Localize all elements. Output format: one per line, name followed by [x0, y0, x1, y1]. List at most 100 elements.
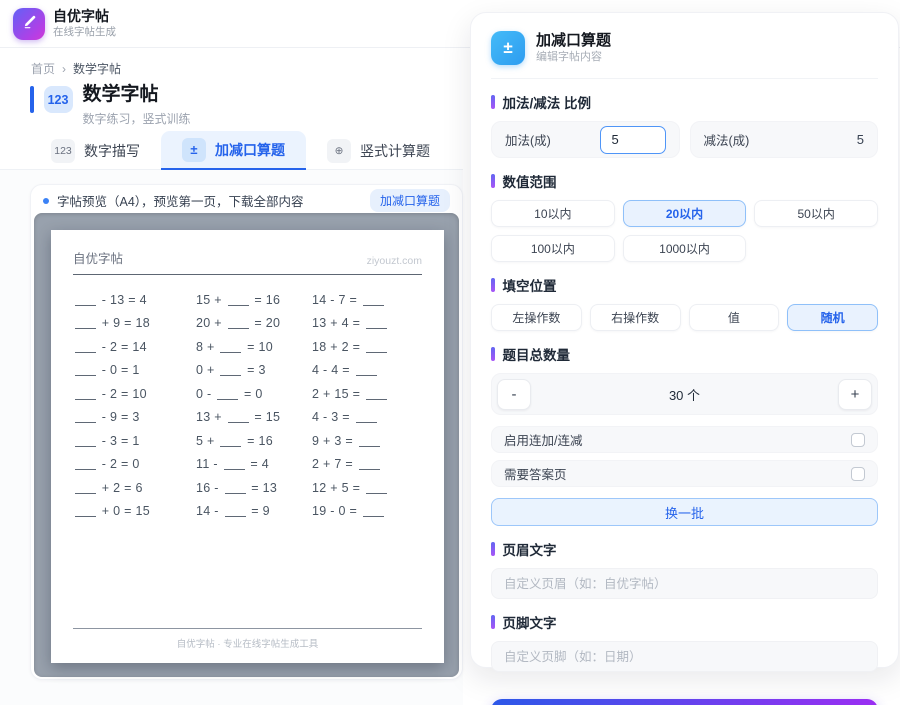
math-problem: + 9 = 18	[73, 312, 196, 336]
chain-operations-checkbox[interactable]	[851, 433, 865, 447]
range-option-1000[interactable]: 1000以内	[623, 235, 747, 262]
page-subtitle: 数字练习，竖式训练	[83, 110, 191, 127]
math-problem: + 0 = 15	[73, 500, 196, 524]
worksheet-page: 自优字帖 ziyouzt.com - 13 = 415 + = 1614 - 7…	[51, 230, 444, 663]
preview-type-badge: 加减口算题	[370, 189, 450, 212]
panel-subtitle: 编辑字帖内容	[536, 50, 611, 64]
app-title: 自优字帖	[53, 7, 116, 25]
app-root: 自优字帖 在线字帖生成 首页 › 数学字帖 123 数学字帖 数字练习，竖式训练…	[0, 0, 900, 705]
range-option-100[interactable]: 100以内	[491, 235, 615, 262]
math-problem: + 2 = 6	[73, 476, 196, 500]
preview-canvas: 自优字帖 ziyouzt.com - 13 = 415 + = 1614 - 7…	[34, 213, 459, 677]
page-title: 数学字帖	[83, 84, 191, 106]
math-problem: 16 - = 13	[196, 476, 312, 500]
range-option-10[interactable]: 10以内	[491, 200, 615, 227]
title-accent-bar	[30, 86, 34, 113]
math-problem: 9 + 3 =	[312, 429, 422, 453]
pencil-icon	[21, 13, 38, 35]
preview-header: 字帖预览（A4），预览第一页，下载全部内容 加减口算题	[34, 188, 459, 213]
circle-plus-icon: ⊕	[327, 139, 351, 163]
worksheet-header: 自优字帖 ziyouzt.com	[73, 248, 422, 275]
increase-button[interactable]: +	[838, 379, 872, 410]
section-number-range: 数值范围	[491, 171, 878, 191]
page-heading: 123 数学字帖 数字练习，竖式训练	[30, 84, 191, 127]
range-option-20[interactable]: 20以内	[623, 200, 747, 227]
math-problem: 20 + = 20	[196, 312, 312, 336]
math-problem: - 2 = 14	[73, 335, 196, 359]
breadcrumb: 首页 › 数学字帖	[31, 60, 121, 77]
question-count-value: 30 个	[531, 385, 838, 404]
plus-minus-icon: ±	[182, 138, 206, 162]
tab-add-subtract-quiz[interactable]: ± 加减口算题	[161, 131, 306, 170]
question-count-stepper: - 30 个 +	[491, 373, 878, 415]
math-problem: 18 + 2 =	[312, 335, 422, 359]
blank-option-right-operand[interactable]: 右操作数	[590, 304, 681, 331]
regenerate-button[interactable]: 换一批	[491, 498, 878, 526]
problems-grid: - 13 = 415 + = 1614 - 7 = + 9 = 1820 + =…	[73, 288, 422, 523]
section-ratio: 加法/减法 比例	[491, 92, 878, 112]
settings-panel: ± 加减口算题 编辑字帖内容 加法/减法 比例 加法(成) 减法(成) 5 数值…	[470, 12, 899, 668]
answer-page-toggle-row: 需要答案页	[491, 460, 878, 487]
math-problem: - 3 = 1	[73, 429, 196, 453]
math-problem: 14 - = 9	[196, 500, 312, 524]
subtraction-ratio-value[interactable]: 5	[857, 132, 864, 147]
blank-option-random[interactable]: 随机	[787, 304, 878, 331]
math-problem: 14 - 7 =	[312, 288, 422, 312]
math-problem: 15 + = 16	[196, 288, 312, 312]
answer-page-checkbox[interactable]	[851, 467, 865, 481]
tab-bar: 123 数字描写 ± 加减口算题 ⊕ 竖式计算题	[30, 131, 451, 170]
footer-text-input[interactable]	[491, 641, 878, 672]
numbers-badge: 123	[44, 86, 73, 113]
tab-vertical-calculation[interactable]: ⊕ 竖式计算题	[306, 131, 451, 170]
math-problem: 0 - = 0	[196, 382, 312, 406]
tab-label: 竖式计算题	[360, 141, 430, 161]
breadcrumb-current: 数学字帖	[73, 60, 121, 77]
chain-operations-toggle-row: 启用连加/连减	[491, 426, 878, 453]
numbers-123-icon: 123	[51, 139, 75, 163]
breadcrumb-separator: ›	[62, 62, 66, 76]
panel-title: 加减口算题	[536, 32, 611, 50]
answer-page-label: 需要答案页	[504, 464, 567, 483]
section-blank-position: 填空位置	[491, 275, 878, 295]
blank-option-value[interactable]: 值	[689, 304, 780, 331]
section-question-count: 题目总数量	[491, 344, 878, 364]
addition-ratio-input[interactable]	[600, 126, 666, 154]
blank-option-left-operand[interactable]: 左操作数	[491, 304, 582, 331]
subtraction-ratio-label: 减法(成)	[704, 130, 750, 149]
tab-number-tracing[interactable]: 123 数字描写	[30, 131, 161, 170]
panel-header: ± 加减口算题 编辑字帖内容	[491, 31, 878, 79]
breadcrumb-home[interactable]: 首页	[31, 60, 55, 77]
section-header-text: 页眉文字	[491, 539, 878, 559]
math-problem: 2 + 7 =	[312, 453, 422, 477]
logo-text: 自优字帖 在线字帖生成	[53, 7, 116, 39]
range-options: 10以内 20以内 50以内 100以内 1000以内	[491, 200, 878, 262]
math-problem: 19 - 0 =	[312, 500, 422, 524]
math-problem: - 2 = 0	[73, 453, 196, 477]
app-logo[interactable]	[13, 8, 45, 40]
plus-minus-icon: ±	[491, 31, 525, 65]
addition-ratio-card: 加法(成)	[491, 121, 680, 158]
preview-description: 字帖预览（A4），预览第一页，下载全部内容	[57, 191, 304, 210]
tab-label: 数字描写	[84, 141, 140, 161]
math-problem: 12 + 5 =	[312, 476, 422, 500]
math-problem: 2 + 15 =	[312, 382, 422, 406]
blank-position-options: 左操作数 右操作数 值 随机	[491, 304, 878, 331]
decrease-button[interactable]: -	[497, 379, 531, 410]
chain-operations-label: 启用连加/连减	[504, 430, 582, 449]
math-problem: 0 + = 3	[196, 359, 312, 383]
math-problem: 8 + = 10	[196, 335, 312, 359]
math-problem: 13 + = 15	[196, 406, 312, 430]
ratio-row: 加法(成) 减法(成) 5	[491, 121, 878, 158]
subtraction-ratio-card: 减法(成) 5	[690, 121, 879, 158]
download-pdf-button[interactable]: 下载字帖 (PDF)	[491, 699, 878, 705]
math-problem: 11 - = 4	[196, 453, 312, 477]
math-problem: - 2 = 10	[73, 382, 196, 406]
section-footer-text: 页脚文字	[491, 612, 878, 632]
math-problem: 4 - 3 =	[312, 406, 422, 430]
math-problem: - 9 = 3	[73, 406, 196, 430]
math-problem: - 13 = 4	[73, 288, 196, 312]
range-option-50[interactable]: 50以内	[754, 200, 878, 227]
header-text-input[interactable]	[491, 568, 878, 599]
dot-icon	[43, 198, 49, 204]
preview-card: 字帖预览（A4），预览第一页，下载全部内容 加减口算题 自优字帖 ziyouzt…	[30, 184, 463, 680]
